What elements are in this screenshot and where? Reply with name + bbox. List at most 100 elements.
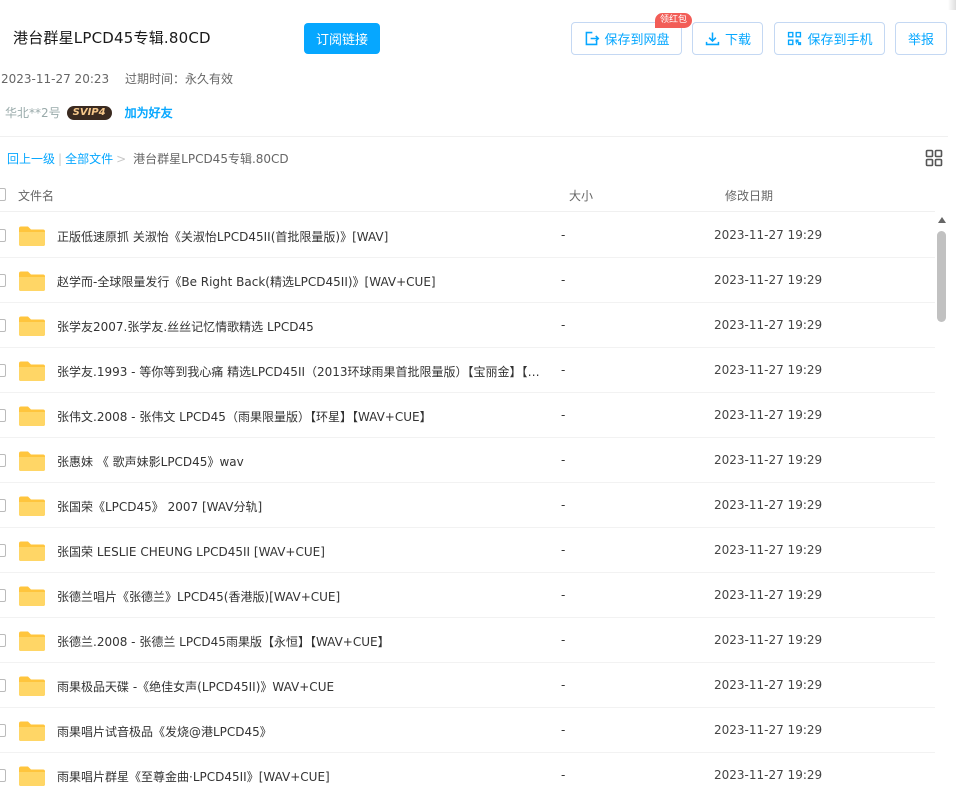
qr-code-icon	[788, 31, 802, 46]
row-checkbox[interactable]	[0, 544, 6, 557]
file-row[interactable]: 张学友2007.张学友.丝丝记忆情歌精选 LPCD45 - 2023-11-27 1…	[0, 303, 935, 348]
file-size: -	[561, 453, 566, 467]
row-checkbox[interactable]	[0, 229, 6, 242]
save-to-phone-label: 保存到手机	[807, 33, 873, 48]
file-size: -	[561, 723, 566, 737]
file-name[interactable]: 张伟文.2008 - 张伟文 LPCD45（雨果限量版）【环星】【WAV+CUE…	[57, 408, 542, 425]
row-checkbox[interactable]	[0, 724, 6, 737]
file-name[interactable]: 张惠妹 《 歌声妹影LPCD45》wav	[57, 453, 542, 470]
folder-icon	[19, 226, 45, 246]
row-checkbox[interactable]	[0, 634, 6, 647]
row-checkbox[interactable]	[0, 589, 6, 602]
file-row[interactable]: 张国荣《LPCD45》 2007 [WAV分轨] - 2023-11-27 19:2…	[0, 483, 935, 528]
download-label: 下载	[724, 33, 751, 48]
file-name[interactable]: 张国荣 LESLIE CHEUNG LPCD45II [WAV+CUE]	[57, 543, 542, 560]
row-checkbox[interactable]	[0, 409, 6, 422]
file-modified-date: 2023-11-27 19:29	[714, 363, 823, 377]
download-button[interactable]: 下载	[692, 22, 763, 55]
breadcrumb-separator: >	[116, 151, 127, 166]
window-edge	[948, 0, 956, 10]
folder-icon	[19, 631, 45, 651]
add-friend-link[interactable]: 加为好友	[125, 104, 173, 121]
file-row[interactable]: 雨果唱片试音极品《发烧@港LPCD45》 - 2023-11-27 19:29	[0, 708, 935, 753]
column-header-size[interactable]: 大小	[569, 187, 593, 204]
share-title: 港台群星LPCD45专辑.80CD	[13, 29, 211, 47]
save-to-netdisk-label: 保存到网盘	[604, 33, 670, 48]
report-button[interactable]: 举报	[895, 22, 947, 55]
file-row[interactable]: 张国荣 LESLIE CHEUNG LPCD45II [WAV+CUE] - 202…	[0, 528, 935, 573]
file-name[interactable]: 张学友2007.张学友.丝丝记忆情歌精选 LPCD45	[57, 318, 542, 335]
grid-view-icon[interactable]	[925, 149, 943, 167]
file-size: -	[561, 768, 566, 782]
folder-icon	[19, 406, 45, 426]
save-to-disk-icon	[586, 31, 600, 46]
row-checkbox[interactable]	[0, 274, 6, 287]
row-checkbox[interactable]	[0, 364, 6, 377]
row-checkbox[interactable]	[0, 319, 6, 332]
file-row[interactable]: 雨果极品天碟 -《绝佳女声(LPCD45II)》WAV+CUE - 2023-11-…	[0, 663, 935, 708]
file-name[interactable]: 张学友.1993 - 等你等到我心痛 精选LPCD45II（2013环球雨果首批…	[57, 363, 542, 380]
folder-icon	[19, 721, 45, 741]
file-size: -	[561, 228, 566, 242]
share-meta: 2023-11-27 20:23 过期时间：永久有效	[1, 70, 245, 87]
file-modified-date: 2023-11-27 19:29	[714, 273, 823, 287]
folder-icon	[19, 451, 45, 471]
file-modified-date: 2023-11-27 19:29	[714, 408, 823, 422]
file-modified-date: 2023-11-27 19:29	[714, 543, 823, 557]
file-modified-date: 2023-11-27 19:29	[714, 633, 823, 647]
file-row[interactable]: 张惠妹 《 歌声妹影LPCD45》wav - 2023-11-27 19:29	[0, 438, 935, 483]
file-name[interactable]: 张国荣《LPCD45》 2007 [WAV分轨]	[57, 498, 542, 515]
file-size: -	[561, 273, 566, 287]
folder-icon	[19, 271, 45, 291]
file-name[interactable]: 正版低速原抓 关淑怡《关淑怡LPCD45II(首批限量版)》[WAV]	[57, 228, 542, 245]
file-size: -	[561, 588, 566, 602]
file-name[interactable]: 雨果唱片试音极品《发烧@港LPCD45》	[57, 723, 542, 740]
file-row[interactable]: 张学友.1993 - 等你等到我心痛 精选LPCD45II（2013环球雨果首批…	[0, 348, 935, 393]
file-name[interactable]: 张德兰.2008 - 张德兰 LPCD45雨果版【永恒】【WAV+CUE】	[57, 633, 542, 650]
folder-icon	[19, 316, 45, 336]
scroll-up-arrow-icon[interactable]	[938, 217, 946, 223]
svip-badge: SVIP4	[66, 105, 112, 120]
save-to-phone-button[interactable]: 保存到手机	[774, 22, 885, 55]
file-name[interactable]: 雨果唱片群星《至尊金曲·LPCD45II》[WAV+CUE]	[57, 768, 542, 785]
red-packet-badge[interactable]: 领红包	[655, 13, 693, 28]
file-size: -	[561, 363, 566, 377]
file-row[interactable]: 赵学而-全球限量发行《Be Right Back(精选LPCD45II)》[WA…	[0, 258, 935, 303]
file-name[interactable]: 雨果极品天碟 -《绝佳女声(LPCD45II)》WAV+CUE	[57, 678, 542, 695]
column-header-date[interactable]: 修改日期	[725, 187, 773, 204]
scrollbar[interactable]	[936, 214, 948, 789]
file-row[interactable]: 正版低速原抓 关淑怡《关淑怡LPCD45II(首批限量版)》[WAV] - 2023…	[0, 213, 935, 258]
folder-icon	[19, 766, 45, 786]
share-header: 港台群星LPCD45专辑.80CD 订阅链接 保存到网盘 领红包 下载 保存到手…	[0, 0, 956, 140]
file-modified-date: 2023-11-27 19:29	[714, 678, 823, 692]
row-checkbox[interactable]	[0, 499, 6, 512]
sharer-info: 华北**2号 SVIP4 加为好友	[5, 104, 173, 121]
breadcrumb-up-link[interactable]: 回上一级	[0, 150, 55, 167]
scroll-thumb[interactable]	[937, 231, 946, 322]
subscribe-link-button[interactable]: 订阅链接	[304, 23, 380, 54]
folder-icon	[19, 361, 45, 381]
file-name[interactable]: 张德兰唱片《张德兰》LPCD45(香港版)[WAV+CUE]	[57, 588, 542, 605]
download-icon	[705, 32, 720, 46]
sharer-name: 华北**2号	[5, 106, 61, 120]
file-modified-date: 2023-11-27 19:29	[714, 723, 823, 737]
folder-icon	[19, 496, 45, 516]
file-row[interactable]: 张伟文.2008 - 张伟文 LPCD45（雨果限量版）【环星】【WAV+CUE…	[0, 393, 935, 438]
file-row[interactable]: 张德兰.2008 - 张德兰 LPCD45雨果版【永恒】【WAV+CUE】 - 20…	[0, 618, 935, 663]
column-header-name[interactable]: 文件名	[18, 187, 54, 204]
file-row[interactable]: 雨果唱片群星《至尊金曲·LPCD45II》[WAV+CUE] - 2023-11-2…	[0, 753, 935, 789]
file-modified-date: 2023-11-27 19:29	[714, 453, 823, 467]
breadcrumb: 回上一级 | 全部文件 > 港台群星LPCD45专辑.80CD	[0, 150, 289, 167]
share-expiry: 过期时间：永久有效	[124, 72, 233, 86]
file-modified-date: 2023-11-27 19:29	[714, 768, 823, 782]
file-size: -	[561, 633, 566, 647]
file-row[interactable]: 张德兰唱片《张德兰》LPCD45(香港版)[WAV+CUE] - 2023-11-2…	[0, 573, 935, 618]
row-checkbox[interactable]	[0, 454, 6, 467]
breadcrumb-all-files-link[interactable]: 全部文件	[65, 150, 113, 167]
row-checkbox[interactable]	[0, 769, 6, 782]
file-name[interactable]: 赵学而-全球限量发行《Be Right Back(精选LPCD45II)》[WA…	[57, 273, 542, 290]
row-checkbox[interactable]	[0, 679, 6, 692]
file-modified-date: 2023-11-27 19:29	[714, 498, 823, 512]
select-all-checkbox[interactable]	[0, 188, 6, 201]
share-created-time: 2023-11-27 20:23	[1, 72, 110, 86]
